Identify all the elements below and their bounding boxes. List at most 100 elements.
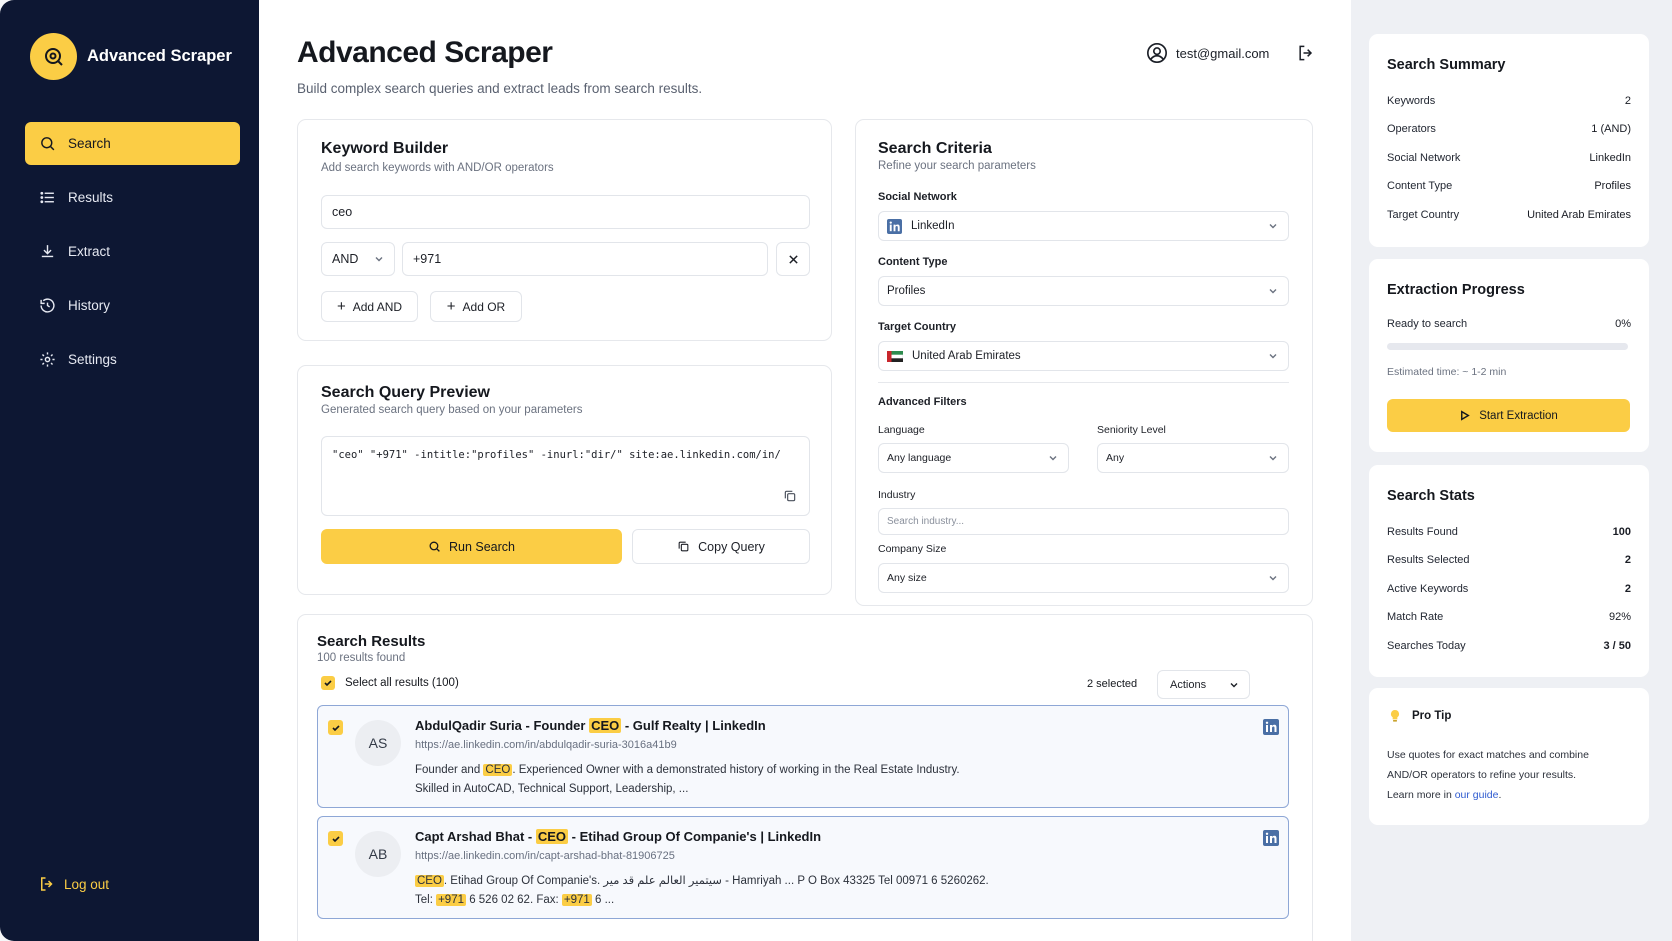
summary-value: 2 xyxy=(1624,95,1631,107)
desc-text: Skilled in AutoCAD, Technical Support, L… xyxy=(415,783,689,795)
keyword-builder-card: Keyword Builder Add search keywords with… xyxy=(297,119,832,341)
summary-key: Keywords xyxy=(1387,95,1436,107)
linkedin-icon[interactable] xyxy=(1263,719,1279,735)
content-type-value: Profiles xyxy=(887,285,926,297)
results-count: 100 results found xyxy=(317,652,406,664)
sidebar-item-history[interactable]: History xyxy=(25,284,240,327)
summary-value: LinkedIn xyxy=(1589,152,1631,164)
result-title[interactable]: Capt Arshad Bhat - CEO - Etihad Group Of… xyxy=(415,829,821,844)
search-criteria-title: Search Criteria xyxy=(878,140,992,157)
sidebar-item-label: Settings xyxy=(68,352,117,367)
copy-query-button[interactable]: Copy Query xyxy=(632,529,810,564)
divider xyxy=(878,382,1289,383)
result-url[interactable]: https://ae.linkedin.com/in/abdulqadir-su… xyxy=(415,739,677,751)
company-size-select[interactable]: Any size xyxy=(878,563,1289,593)
start-extraction-label: Start Extraction xyxy=(1479,409,1558,422)
search-summary-title: Search Summary xyxy=(1387,57,1506,73)
pro-tip-title: Pro Tip xyxy=(1412,710,1452,722)
target-country-select[interactable]: United Arab Emirates xyxy=(878,341,1289,371)
add-or-button[interactable]: + Add OR xyxy=(430,291,522,322)
sidebar: Advanced Scraper Search Results Extract … xyxy=(0,0,259,941)
title-highlight: CEO xyxy=(535,829,569,844)
result-checkbox[interactable] xyxy=(328,720,343,735)
main-content: Advanced Scraper Build complex search qu… xyxy=(259,0,1351,941)
play-icon xyxy=(1461,410,1470,421)
stats-row: Searches Today 3 / 50 xyxy=(1387,640,1631,652)
keyword-input-2[interactable]: +971 xyxy=(402,242,768,276)
select-all[interactable]: Select all results (100) xyxy=(321,676,459,690)
social-network-select[interactable]: LinkedIn xyxy=(878,211,1289,241)
progress-status: Ready to search xyxy=(1387,318,1468,330)
seniority-value: Any xyxy=(1106,452,1125,464)
brand[interactable]: Advanced Scraper xyxy=(30,33,232,80)
avatar: AS xyxy=(355,720,401,766)
summary-key: Operators xyxy=(1387,123,1436,135)
desc-text: 6 526 02 62. Fax: xyxy=(466,894,562,906)
content-type-select[interactable]: Profiles xyxy=(878,276,1289,306)
logout-button[interactable]: Log out xyxy=(38,875,109,893)
run-search-button[interactable]: Run Search xyxy=(321,529,622,564)
result-checkbox[interactable] xyxy=(328,831,343,846)
desc-highlight: +971 xyxy=(561,894,592,906)
chevron-down-icon xyxy=(1269,354,1277,359)
logout-icon xyxy=(41,877,53,891)
operator-select[interactable]: AND xyxy=(321,242,395,276)
chevron-down-icon xyxy=(1269,576,1277,581)
actions-dropdown[interactable]: Actions xyxy=(1157,670,1250,699)
result-item[interactable]: AS AbdulQadir Suria - Founder CEO - Gulf… xyxy=(317,705,1289,808)
brand-name: Advanced Scraper xyxy=(87,47,232,65)
summary-value: 1 (AND) xyxy=(1591,123,1631,135)
industry-input[interactable]: Search industry... xyxy=(878,508,1289,535)
list-icon xyxy=(40,191,54,204)
progress-status-row: Ready to search 0% xyxy=(1387,318,1631,330)
query-preview-title: Search Query Preview xyxy=(321,384,490,401)
target-country-label: Target Country xyxy=(878,321,957,333)
title-text: Capt Arshad Bhat - xyxy=(415,829,536,844)
start-extraction-button[interactable]: Start Extraction xyxy=(1387,399,1630,432)
title-text: - Etihad Group Of Companie's | LinkedIn xyxy=(568,829,822,844)
remove-keyword-button[interactable] xyxy=(776,242,810,276)
seniority-select[interactable]: Any xyxy=(1097,443,1289,473)
search-summary-card: Search Summary Keywords 2 Operators 1 (AND… xyxy=(1369,34,1649,247)
sidebar-item-search[interactable]: Search xyxy=(25,122,240,165)
stats-row: Active Keywords 2 xyxy=(1387,583,1631,595)
stats-key: Active Keywords xyxy=(1387,583,1469,595)
result-description: Founder and CEO. Experienced Owner with … xyxy=(415,761,960,799)
progress-percent: 0% xyxy=(1615,318,1631,330)
operator-value: AND xyxy=(332,252,359,266)
user-menu[interactable]: test@gmail.com xyxy=(1146,42,1269,64)
header-logout-icon[interactable] xyxy=(1296,43,1316,63)
page-subtitle: Build complex search queries and extract… xyxy=(297,81,703,96)
desc-text: 6 ... xyxy=(591,894,615,906)
result-item[interactable]: AB Capt Arshad Bhat - CEO - Etihad Group… xyxy=(317,816,1289,919)
language-select[interactable]: Any language xyxy=(878,443,1069,473)
sidebar-item-label: Extract xyxy=(68,244,111,259)
estimated-time: Estimated time: ~ 1-2 min xyxy=(1387,366,1507,378)
add-and-button[interactable]: + Add AND xyxy=(321,291,418,322)
lightbulb-icon xyxy=(1390,709,1400,722)
avatar: AB xyxy=(355,831,401,877)
summary-value: Profiles xyxy=(1594,180,1631,192)
stats-row: Results Selected 2 xyxy=(1387,554,1631,566)
sidebar-item-results[interactable]: Results xyxy=(25,176,240,219)
logout-label: Log out xyxy=(64,876,110,892)
result-url[interactable]: https://ae.linkedin.com/in/capt-arshad-b… xyxy=(415,850,675,862)
sidebar-item-label: History xyxy=(68,298,111,313)
select-all-checkbox[interactable] xyxy=(321,676,335,690)
result-title[interactable]: AbdulQadir Suria - Founder CEO - Gulf Re… xyxy=(415,718,766,733)
keyword-input-1[interactable]: ceo xyxy=(321,195,810,229)
desc-highlight: +971 xyxy=(436,894,466,906)
search-criteria-subtitle: Refine your search parameters xyxy=(878,160,1036,172)
sidebar-item-settings[interactable]: Settings xyxy=(25,338,240,381)
linkedin-icon[interactable] xyxy=(1263,830,1279,846)
copy-icon[interactable] xyxy=(783,489,797,503)
guide-link[interactable]: our guide xyxy=(1455,789,1499,801)
title-text: AbdulQadir Suria - Founder xyxy=(415,718,590,733)
query-preview-box[interactable]: "ceo" "+971" -intitle:"profiles" -inurl:… xyxy=(321,436,810,516)
add-or-label: Add OR xyxy=(462,299,506,314)
tip-line: AND/OR operators to refine your results. xyxy=(1387,769,1577,781)
stats-value: 2 xyxy=(1624,554,1631,566)
add-and-label: Add AND xyxy=(352,299,403,314)
sidebar-item-extract[interactable]: Extract xyxy=(25,230,240,273)
plus-icon: + xyxy=(336,298,346,315)
